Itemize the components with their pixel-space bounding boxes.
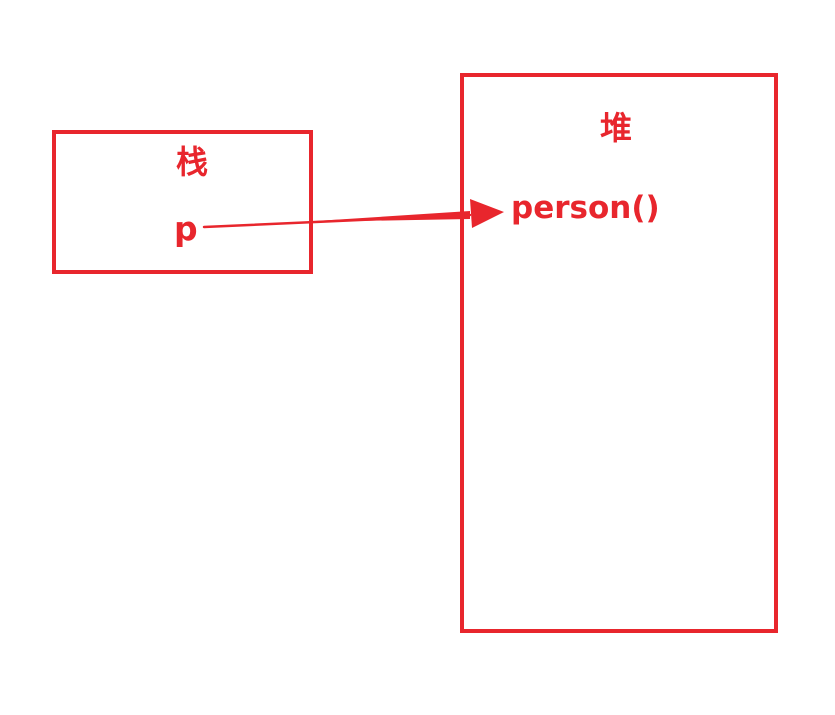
heap-title: 堆 <box>600 109 633 147</box>
stack-title: 栈 <box>176 143 209 181</box>
heap-box <box>460 73 778 633</box>
stack-variable-p: p <box>174 209 198 248</box>
heap-object-person: person() <box>511 190 660 226</box>
reference-arrow-tail <box>300 211 470 222</box>
